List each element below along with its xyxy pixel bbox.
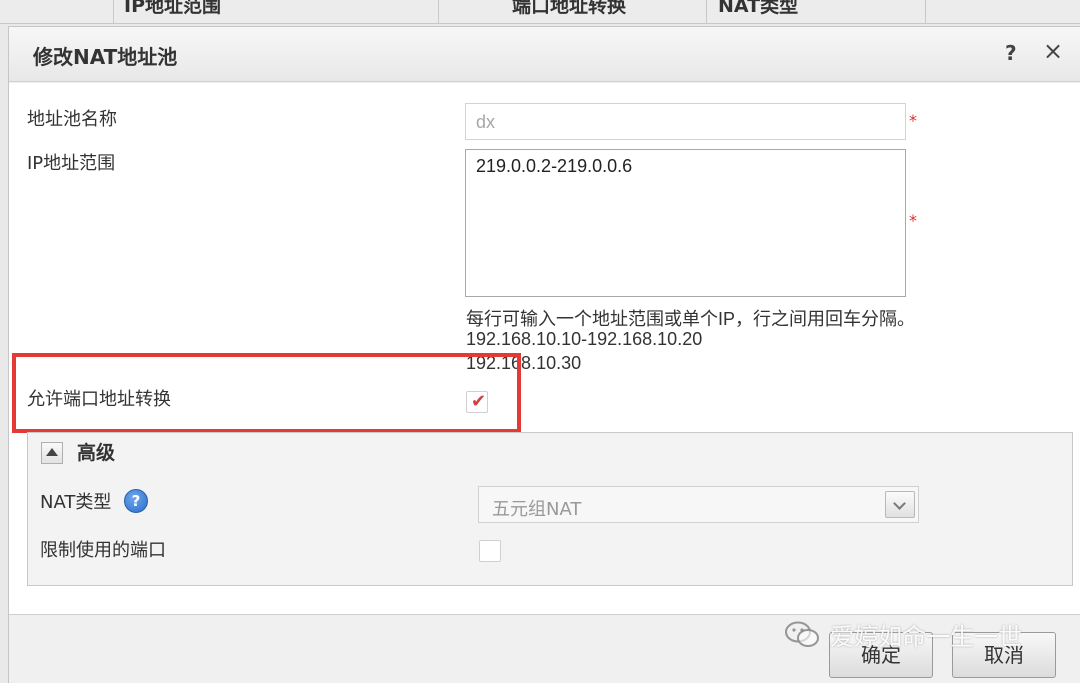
required-marker: * — [909, 111, 917, 130]
column-header-ip-range[interactable]: IP地址范围 — [124, 0, 221, 18]
help-icon[interactable]: ? — [1005, 41, 1017, 65]
nat-type-value: 五元组NAT — [492, 499, 582, 520]
close-icon[interactable]: × — [1043, 39, 1063, 63]
highlight-box — [12, 353, 521, 433]
collapse-toggle-button[interactable] — [41, 442, 63, 464]
ip-range-label: IP地址范围 — [27, 153, 116, 174]
pool-name-input[interactable]: dx — [465, 103, 906, 140]
column-header-nat-type[interactable]: NAT类型 — [718, 0, 798, 18]
chevron-down-icon — [893, 497, 906, 510]
question-mark-icon[interactable]: ? — [124, 489, 148, 513]
nat-type-label: NAT类型 — [40, 492, 112, 513]
dialog-content: 地址池名称 dx * IP地址范围 219.0.0.2-219.0.0.6 * … — [9, 83, 1080, 615]
advanced-title: 高级 — [77, 442, 116, 464]
pool-name-label: 地址池名称 — [27, 109, 117, 130]
background-table-header: IP地址范围 端口地址转换 NAT类型 — [0, 0, 1080, 24]
dialog-titlebar[interactable]: 修改NAT地址池 ? × — [9, 27, 1080, 82]
required-marker: * — [909, 211, 917, 230]
limit-ports-checkbox[interactable] — [479, 540, 501, 562]
column-separator — [706, 0, 707, 23]
limit-ports-label: 限制使用的端口 — [40, 540, 166, 561]
advanced-panel: 高级 NAT类型 ? 五元组NAT 限制使用的端口 — [27, 432, 1073, 586]
ip-range-textarea[interactable]: 219.0.0.2-219.0.0.6 — [465, 149, 906, 297]
column-separator — [113, 0, 114, 23]
edit-nat-pool-dialog: 修改NAT地址池 ? × 地址池名称 dx * IP地址范围 219.0.0.2… — [8, 26, 1080, 683]
watermark-text: 爱婷如命一生一世 — [830, 623, 1022, 651]
ip-range-example: 192.168.10.10-192.168.10.20 — [466, 329, 703, 349]
dropdown-button[interactable] — [885, 491, 915, 518]
wechat-icon — [785, 621, 819, 647]
column-separator — [438, 0, 439, 23]
nat-type-select[interactable]: 五元组NAT — [478, 486, 919, 523]
ip-range-hint: 每行可输入一个地址范围或单个IP，行之间用回车分隔。 — [466, 309, 916, 329]
column-separator — [925, 0, 926, 23]
dialog-title: 修改NAT地址池 — [33, 45, 178, 69]
column-header-port-translation[interactable]: 端口地址转换 — [512, 0, 626, 18]
triangle-up-icon — [46, 448, 58, 456]
